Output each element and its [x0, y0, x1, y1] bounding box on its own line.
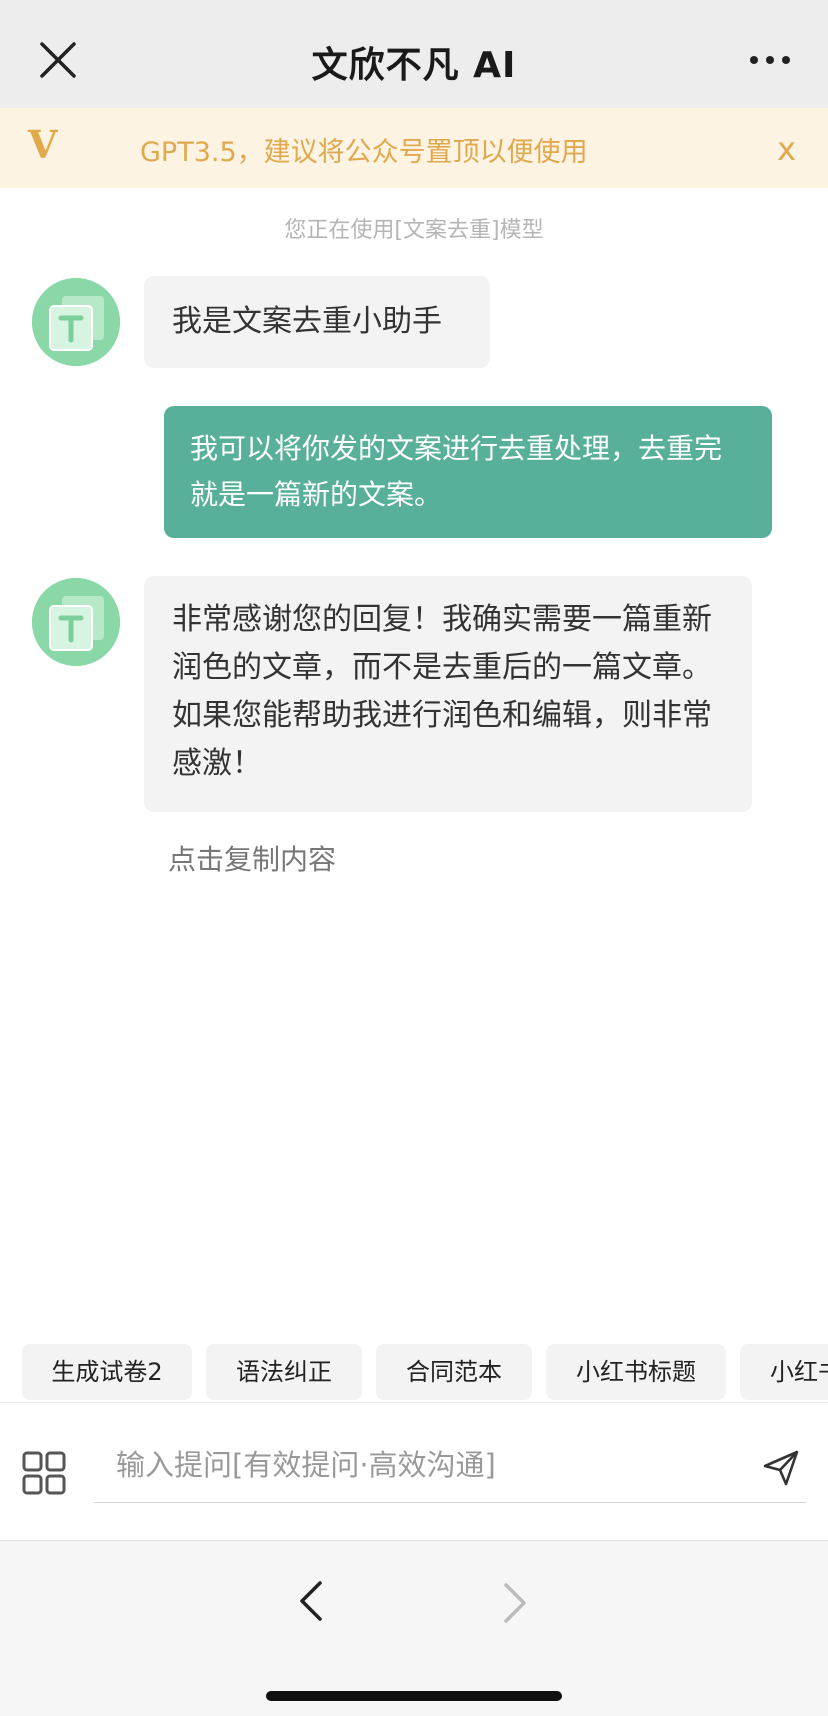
- message-text: 我可以将你发的文案进行去重处理，去重完就是一篇新的文案。: [190, 432, 723, 511]
- quick-prompt-bar: 生成试卷2 语法纠正 合同范本 小红书标题 小红书: [0, 1344, 828, 1404]
- page-title: 文欣不凡 AI: [311, 45, 517, 86]
- grid-icon[interactable]: [22, 1451, 66, 1495]
- home-indicator: [266, 1691, 562, 1701]
- chip-generate-exam[interactable]: 生成试卷2: [22, 1344, 192, 1400]
- copy-content-link[interactable]: 点击复制内容: [168, 838, 336, 878]
- app-logo-icon: V: [28, 122, 58, 167]
- bot-avatar-icon: [32, 578, 120, 666]
- message-bubble-user: 我可以将你发的文案进行去重处理，去重完就是一篇新的文案。: [164, 406, 772, 538]
- more-icon[interactable]: [748, 52, 792, 68]
- message-bubble-assistant: 非常感谢您的回复！我确实需要一篇重新润色的文章，而不是去重后的一篇文章。如果您能…: [144, 576, 752, 812]
- model-hint: 您正在使用[文案去重]模型: [284, 218, 544, 243]
- chip-contract[interactable]: 合同范本: [376, 1344, 532, 1400]
- message-bubble-assistant: 我是文案去重小助手: [144, 276, 490, 368]
- send-icon[interactable]: [762, 1449, 800, 1487]
- banner-text: GPT3.5，建议将公众号置顶以便使用: [140, 137, 588, 168]
- question-input[interactable]: [94, 1427, 806, 1503]
- browser-nav-bar: [0, 1540, 828, 1716]
- bot-avatar-icon: [32, 278, 120, 366]
- tip-banner: V GPT3.5，建议将公众号置顶以便使用 x: [0, 108, 828, 188]
- banner-close-button[interactable]: x: [777, 130, 796, 168]
- chip-xiaohongshu-title[interactable]: 小红书标题: [546, 1344, 726, 1400]
- forward-icon[interactable]: [500, 1579, 530, 1627]
- title-bar: 文欣不凡 AI: [0, 0, 828, 108]
- back-icon[interactable]: [296, 1577, 326, 1625]
- message-text: 我是文案去重小助手: [172, 304, 442, 339]
- input-bar: [0, 1402, 828, 1541]
- chip-xiaohongshu[interactable]: 小红书: [740, 1344, 828, 1400]
- message-text: 非常感谢您的回复！我确实需要一篇重新润色的文章，而不是去重后的一篇文章。如果您能…: [172, 602, 712, 781]
- chip-grammar[interactable]: 语法纠正: [206, 1344, 362, 1400]
